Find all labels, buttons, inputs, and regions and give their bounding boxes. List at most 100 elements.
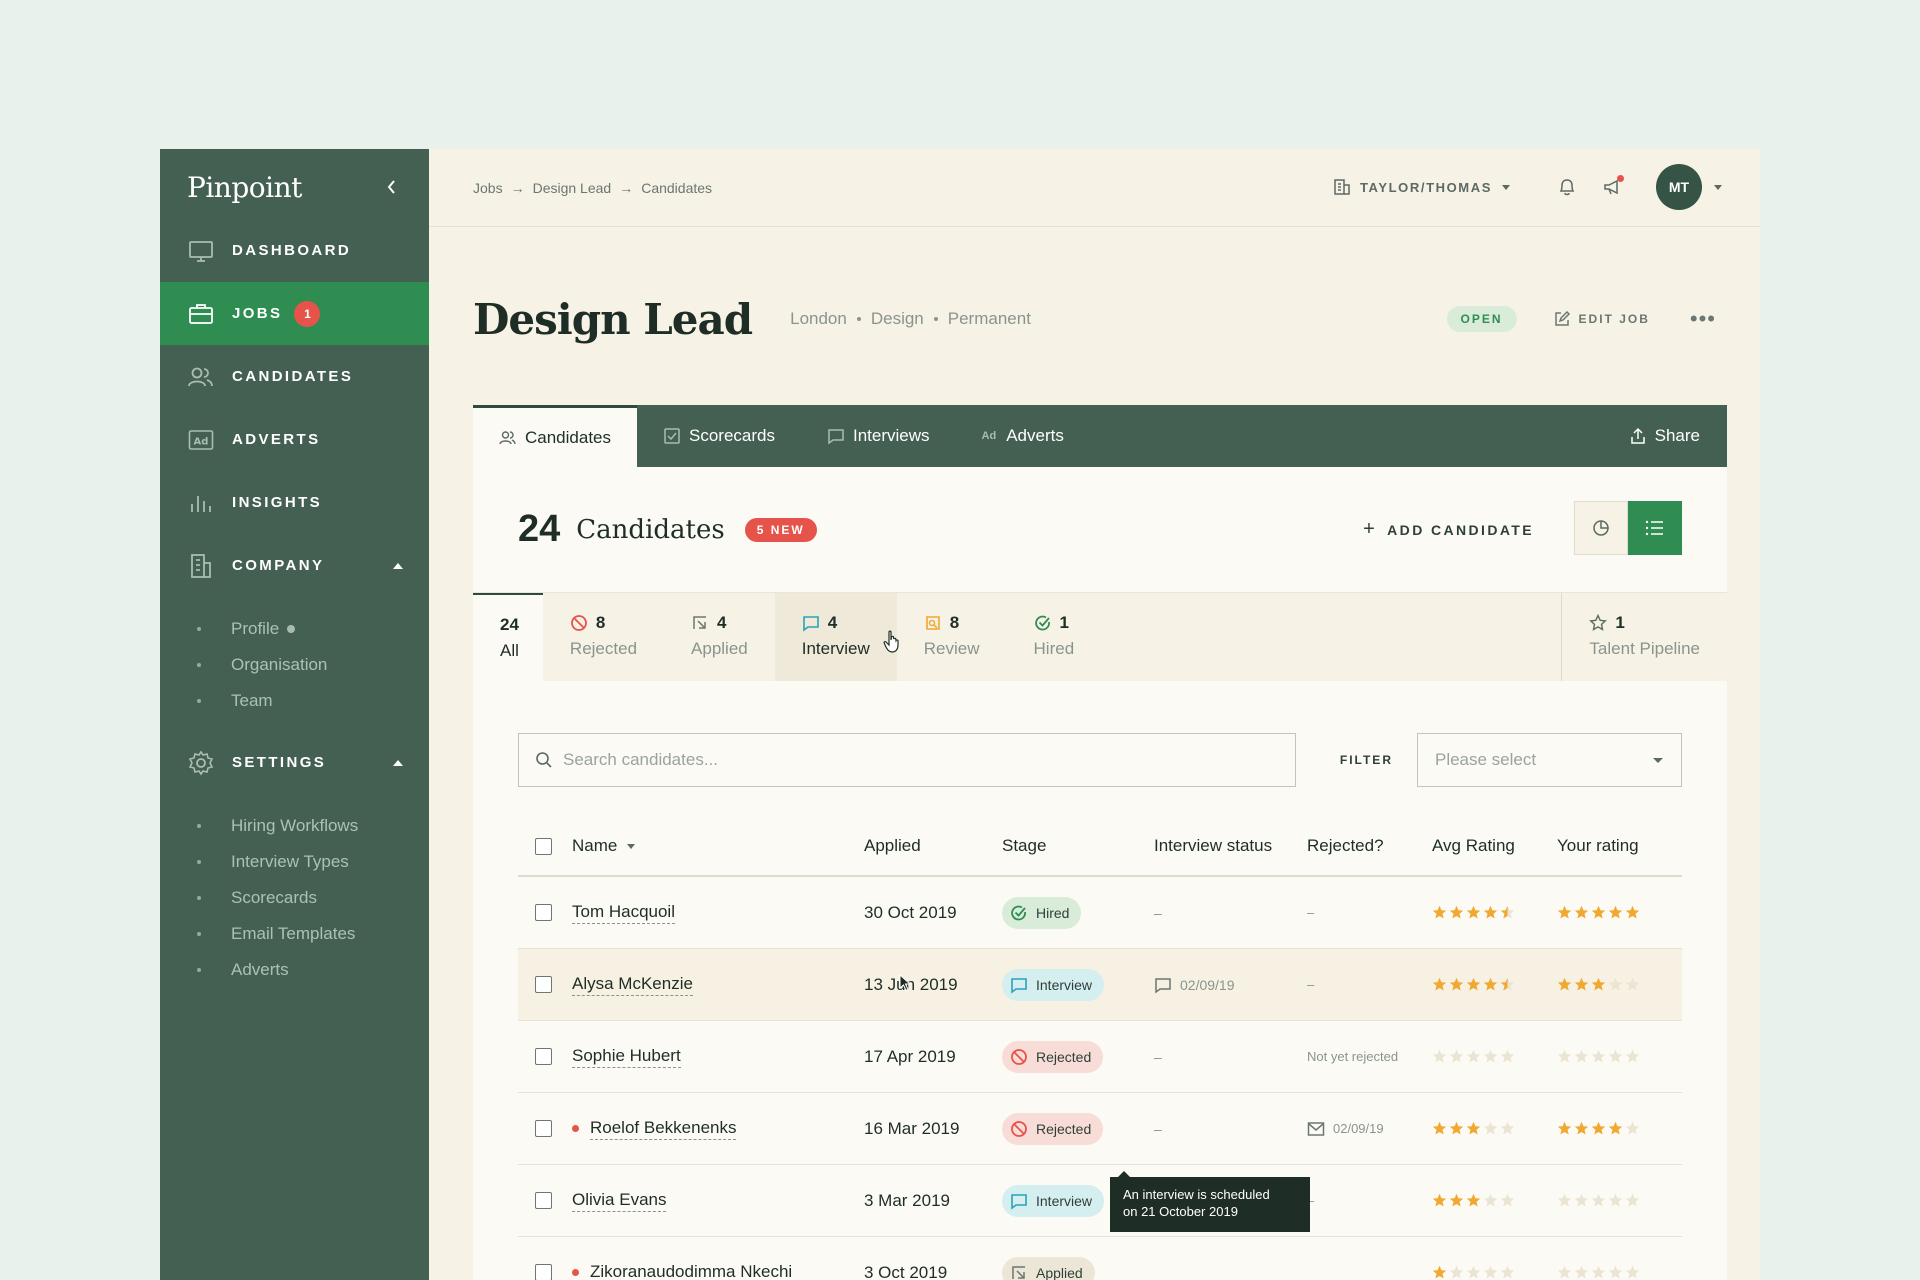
stage-badge-label: Hired <box>1036 904 1070 921</box>
add-candidate-button[interactable]: + ADD CANDIDATE <box>1363 518 1534 541</box>
edit-job-button[interactable]: EDIT JOB <box>1553 310 1650 328</box>
column-header-your-rating[interactable]: Your rating <box>1557 836 1682 856</box>
search-input[interactable] <box>563 750 1263 770</box>
stage-all[interactable]: 24 All <box>473 593 543 681</box>
app-logo[interactable]: Pinpoint <box>187 171 302 204</box>
subnav-item-organisation[interactable]: Organisation <box>160 647 429 683</box>
avatar[interactable]: MT <box>1656 164 1702 210</box>
breadcrumb-design-lead[interactable]: Design Lead <box>533 180 612 196</box>
announcements-button[interactable] <box>1600 174 1626 200</box>
row-checkbox[interactable] <box>535 1192 552 1209</box>
your-rating[interactable] <box>1557 905 1682 920</box>
notifications-button[interactable] <box>1554 174 1580 200</box>
row-checkbox[interactable] <box>535 1120 552 1137</box>
candidate-name-link[interactable]: Roelof Bekkenenks <box>590 1118 737 1140</box>
caret-up-icon[interactable] <box>393 759 403 766</box>
status-badge[interactable]: OPEN <box>1446 306 1517 332</box>
sidebar-item-candidates[interactable]: CANDIDATES <box>160 345 429 408</box>
table-row[interactable]: Tom Hacquoil 30 Oct 2019 Hired – – <box>518 877 1682 949</box>
table-row[interactable]: Zikoranaudodimma Nkechi 3 Oct 2019 Applied <box>518 1237 1682 1280</box>
subnav-item-profile[interactable]: Profile <box>160 611 429 647</box>
table-row[interactable]: Sophie Hubert 17 Apr 2019 Rejected – Not yet… <box>518 1021 1682 1093</box>
new-candidates-badge[interactable]: 5 NEW <box>744 517 817 542</box>
subnav-item-hiring-workflows[interactable]: Hiring Workflows <box>160 808 429 844</box>
subnav-label: Email Templates <box>231 924 356 943</box>
stage-applied[interactable]: 4 Applied <box>664 593 775 681</box>
tab-adverts[interactable]: Ad Adverts <box>956 405 1090 467</box>
tab-candidates[interactable]: Candidates <box>473 405 638 467</box>
row-checkbox[interactable] <box>535 1048 552 1065</box>
sidebar-item-jobs[interactable]: JOBS 1 <box>160 282 429 345</box>
stage-label: Rejected <box>569 639 638 658</box>
subnav-item-scorecards[interactable]: Scorecards <box>160 880 429 916</box>
your-rating[interactable] <box>1557 1049 1682 1064</box>
your-rating[interactable] <box>1557 1265 1682 1280</box>
candidate-name-link[interactable]: Sophie Hubert <box>572 1046 681 1068</box>
stage-review[interactable]: 8 Review <box>897 593 1007 681</box>
your-rating[interactable] <box>1557 1193 1682 1208</box>
sidebar-item-insights[interactable]: INSIGHTS <box>160 471 429 534</box>
candidate-count-label: Candidates <box>576 514 725 545</box>
interview-status-value: – <box>1154 904 1162 921</box>
your-rating[interactable] <box>1557 977 1682 992</box>
subnav-item-email-templates[interactable]: Email Templates <box>160 916 429 952</box>
applied-date: 16 Mar 2019 <box>864 1118 960 1138</box>
tab-scorecards[interactable]: Scorecards <box>637 405 801 467</box>
stage-badge[interactable]: Rejected <box>1002 1112 1104 1145</box>
breadcrumb-jobs[interactable]: Jobs <box>473 180 503 196</box>
column-header-avg-rating[interactable]: Avg Rating <box>1432 836 1557 856</box>
table-row[interactable]: Roelof Bekkenenks 16 Mar 2019 Rejected – 02/… <box>518 1093 1682 1165</box>
stage-interview[interactable]: 4 Interview <box>774 593 897 681</box>
candidate-name-link[interactable]: Olivia Evans <box>572 1190 667 1212</box>
stage-badge[interactable]: Interview <box>1002 968 1105 1001</box>
interview-status[interactable]: 02/09/19 <box>1154 976 1307 994</box>
select-all-checkbox[interactable] <box>535 837 552 855</box>
collapse-sidebar-button[interactable] <box>380 175 404 199</box>
organisation-switcher[interactable]: TAYLOR/THOMAS <box>1333 178 1510 196</box>
interview-status: – <box>1154 1121 1307 1137</box>
candidate-name-link[interactable]: Tom Hacquoil <box>572 902 675 924</box>
column-header-name[interactable]: Name <box>572 836 864 856</box>
row-checkbox[interactable] <box>535 904 552 921</box>
stage-badge[interactable]: Rejected <box>1002 1040 1104 1073</box>
stage-hired[interactable]: 1 Hired <box>1007 593 1102 681</box>
sidebar-item-adverts[interactable]: Ad ADVERTS <box>160 408 429 471</box>
sidebar-item-settings[interactable]: SETTINGS <box>160 731 429 794</box>
stage-rejected[interactable]: 8 Rejected <box>543 593 664 681</box>
candidate-name-link[interactable]: Zikoranaudodimma Nkechi <box>590 1262 792 1280</box>
tab-interviews[interactable]: Interviews <box>801 405 956 467</box>
more-options-button[interactable]: ••• <box>1690 306 1716 332</box>
sidebar-item-dashboard[interactable]: DASHBOARD <box>160 219 429 282</box>
caret-up-icon[interactable] <box>393 562 403 569</box>
interview-tooltip: An interview is scheduled on 21 October … <box>1110 1171 1310 1232</box>
your-rating[interactable] <box>1557 1121 1682 1136</box>
chevron-down-icon[interactable] <box>1714 184 1722 190</box>
table-row[interactable]: Alysa McKenzie 13 Jun 2019 Interview 02/09/… <box>518 949 1682 1021</box>
list-view-button[interactable] <box>1628 501 1682 555</box>
subnav-item-interview-types[interactable]: Interview Types <box>160 844 429 880</box>
share-button[interactable]: Share <box>1629 405 1700 467</box>
stage-talent-pipeline[interactable]: 1 Talent Pipeline <box>1561 593 1727 681</box>
candidate-name-link[interactable]: Alysa McKenzie <box>572 974 693 996</box>
subnav-item-adverts[interactable]: Adverts <box>160 952 429 988</box>
star-empty-icon <box>1608 1193 1623 1207</box>
subnav-item-team[interactable]: Team <box>160 683 429 719</box>
row-checkbox[interactable] <box>535 1264 552 1280</box>
row-checkbox[interactable] <box>535 976 552 993</box>
star-filled-icon <box>1574 1121 1589 1135</box>
filter-select[interactable]: Please select <box>1416 733 1682 787</box>
star-empty-icon <box>1625 1265 1640 1279</box>
column-header-rejected[interactable]: Rejected? <box>1307 836 1432 856</box>
stage-badge[interactable]: Applied <box>1002 1256 1095 1280</box>
checkbox-icon <box>664 428 680 444</box>
column-header-interview-status[interactable]: Interview status <box>1154 836 1307 856</box>
breadcrumb-candidates[interactable]: Candidates <box>641 180 712 196</box>
column-header-applied[interactable]: Applied <box>864 836 1002 856</box>
sidebar-item-company[interactable]: COMPANY <box>160 534 429 597</box>
stage-badge[interactable]: Hired <box>1002 896 1082 929</box>
chart-view-button[interactable] <box>1574 501 1628 555</box>
column-header-stage[interactable]: Stage <box>1002 836 1154 856</box>
rejected-icon <box>1011 1120 1027 1137</box>
table-row[interactable]: Olivia Evans3 Mar 2019Interview02/09/19– <box>518 1165 1682 1237</box>
stage-badge[interactable]: Interview <box>1002 1184 1105 1217</box>
